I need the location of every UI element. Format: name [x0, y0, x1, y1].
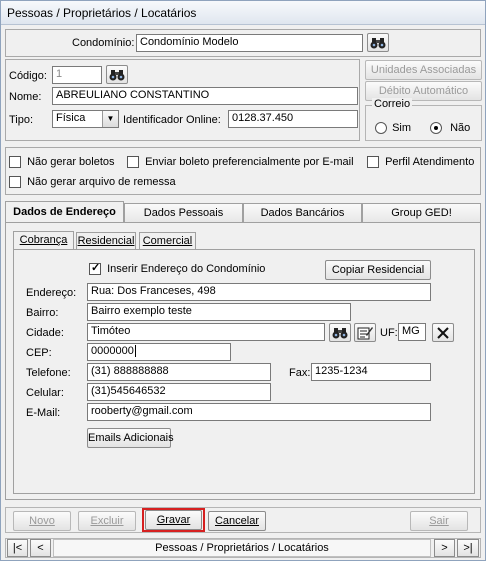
nao-gerar-boletos-checkbox[interactable]: [9, 156, 21, 169]
emails-adicionais-button[interactable]: Emails Adicionais: [87, 428, 174, 448]
tab-dados-bancarios[interactable]: Dados Bancários: [243, 203, 362, 223]
subtab-comercial[interactable]: Comercial: [139, 232, 196, 250]
cobranca-panel: Inserir Endereço do Condomínio Copiar Re…: [13, 249, 475, 494]
tab-dados-endereco[interactable]: Dados de Endereço: [5, 201, 124, 223]
fax-field[interactable]: 1235-1234: [311, 363, 431, 381]
enviar-boleto-email-option[interactable]: Enviar boleto preferencialmente por E-ma…: [127, 156, 354, 169]
nav-last-button[interactable]: >|: [457, 539, 479, 557]
identificador-label: Identificador Online:: [123, 114, 221, 126]
correio-sim-option[interactable]: Sim: [375, 122, 412, 135]
endereco-field[interactable]: Rua: Dos Franceses, 498: [87, 283, 431, 301]
excluir-button[interactable]: Excluir: [78, 511, 136, 531]
condominio-search-button[interactable]: [367, 33, 389, 52]
text-cursor: [134, 345, 136, 357]
perfil-atendimento-option[interactable]: Perfil Atendimento: [367, 156, 475, 169]
novo-button[interactable]: Novo: [13, 511, 71, 531]
binoculars-icon: [109, 69, 125, 80]
nao-gerar-remessa-option[interactable]: Não gerar arquivo de remessa: [9, 176, 176, 189]
gravar-highlight: Gravar: [142, 508, 205, 532]
nao-radio[interactable]: [430, 122, 442, 135]
email-label: E-Mail:: [26, 407, 61, 419]
perfil-atendimento-label: Perfil Atendimento: [385, 156, 475, 168]
correio-legend: Correio: [372, 98, 413, 110]
cidade-field[interactable]: Timóteo: [87, 323, 325, 341]
bairro-field[interactable]: Bairro exemplo teste: [87, 303, 351, 321]
cidade-search-button[interactable]: [329, 323, 351, 342]
bairro-label: Bairro:: [26, 307, 59, 319]
celular-field[interactable]: (31)545646532: [87, 383, 271, 401]
codigo-field[interactable]: 1: [52, 66, 102, 84]
nao-gerar-boletos-label: Não gerar boletos: [27, 156, 115, 168]
correio-nao-option[interactable]: Não: [430, 122, 471, 135]
nao-gerar-boletos-option[interactable]: Não gerar boletos: [9, 156, 115, 169]
tipo-value: Física: [56, 112, 86, 124]
condominio-field[interactable]: Condomínio Modelo: [136, 34, 363, 52]
nav-first-button[interactable]: |<: [7, 539, 28, 557]
uf-field[interactable]: MG: [398, 323, 426, 341]
nav-prev-button[interactable]: <: [30, 539, 51, 557]
gravar-button[interactable]: Gravar: [145, 510, 202, 530]
nav-caption: Pessoas / Proprietários / Locatários: [53, 539, 431, 557]
uf-clear-button[interactable]: [432, 323, 454, 342]
endereco-panel: Cobrança Residencial Comercial Inserir E…: [5, 222, 481, 500]
nome-field[interactable]: ABREULIANO CONSTANTINO: [52, 87, 358, 105]
uf-label: UF:: [380, 327, 398, 339]
main-window: Pessoas / Proprietários / Locatários Con…: [0, 0, 486, 561]
inserir-condominio-label: Inserir Endereço do Condomínio: [107, 263, 266, 275]
form-edit-icon: [357, 326, 373, 339]
cep-label: CEP:: [26, 347, 52, 359]
nav-next-button[interactable]: >: [434, 539, 455, 557]
sim-label: Sim: [392, 122, 412, 134]
tipo-label: Tipo:: [9, 114, 34, 126]
cep-field[interactable]: 0000000: [87, 343, 231, 361]
cep-value: 0000000: [91, 345, 134, 357]
copiar-residencial-button[interactable]: Copiar Residencial: [325, 260, 431, 280]
sim-radio[interactable]: [375, 122, 387, 135]
nao-gerar-remessa-label: Não gerar arquivo de remessa: [27, 176, 176, 188]
subtab-cobranca[interactable]: Cobrança: [13, 231, 74, 249]
email-field[interactable]: rooberty@gmail.com: [87, 403, 431, 421]
condominio-group: Condomínio: Condomínio Modelo: [5, 29, 481, 57]
tipo-select[interactable]: Física ▼: [52, 110, 119, 128]
cidade-label: Cidade:: [26, 327, 64, 339]
enviar-boleto-email-label: Enviar boleto preferencialmente por E-ma…: [145, 156, 354, 168]
identificador-field[interactable]: 0128.37.450: [228, 110, 358, 128]
action-bar: Novo Excluir Gravar Cancelar Sair: [5, 507, 481, 533]
telefone-label: Telefone:: [26, 367, 71, 379]
subtab-residencial[interactable]: Residencial: [76, 232, 136, 250]
window-title: Pessoas / Proprietários / Locatários: [1, 1, 485, 25]
inserir-condominio-option[interactable]: Inserir Endereço do Condomínio: [89, 261, 266, 276]
binoculars-icon: [332, 327, 348, 338]
correio-group: Correio Sim Não: [365, 98, 482, 141]
pessoa-group: Código: 1 Nome: ABREULIANO CONSTANTINO T…: [5, 59, 360, 141]
codigo-search-button[interactable]: [106, 65, 128, 84]
codigo-label: Código:: [9, 70, 47, 82]
binoculars-icon: [370, 37, 386, 48]
condominio-label: Condomínio:: [72, 37, 135, 49]
record-navigator: |< < Pessoas / Proprietários / Locatário…: [5, 538, 481, 558]
cancelar-button[interactable]: Cancelar: [208, 511, 266, 531]
endereco-label: Endereço:: [26, 287, 77, 299]
nao-gerar-remessa-checkbox[interactable]: [9, 176, 21, 189]
enviar-boleto-email-checkbox[interactable]: [127, 156, 139, 169]
nome-label: Nome:: [9, 91, 42, 103]
nao-label: Não: [450, 122, 471, 134]
sair-button[interactable]: Sair: [410, 511, 468, 531]
tab-dados-pessoais[interactable]: Dados Pessoais: [124, 203, 243, 223]
unidades-associadas-button[interactable]: Unidades Associadas: [365, 60, 482, 80]
options-group: Não gerar boletos Enviar boleto preferen…: [5, 147, 481, 195]
fax-label: Fax:: [289, 367, 311, 379]
chevron-down-icon[interactable]: ▼: [102, 111, 118, 127]
telefone-field[interactable]: (31) 888888888: [87, 363, 271, 381]
inserir-condominio-checkbox[interactable]: [89, 261, 101, 276]
tab-group-ged[interactable]: Group GED!: [362, 203, 481, 223]
perfil-atendimento-checkbox[interactable]: [367, 156, 379, 169]
cidade-register-button[interactable]: [354, 323, 376, 342]
celular-label: Celular:: [26, 387, 64, 399]
close-icon: [437, 326, 449, 339]
